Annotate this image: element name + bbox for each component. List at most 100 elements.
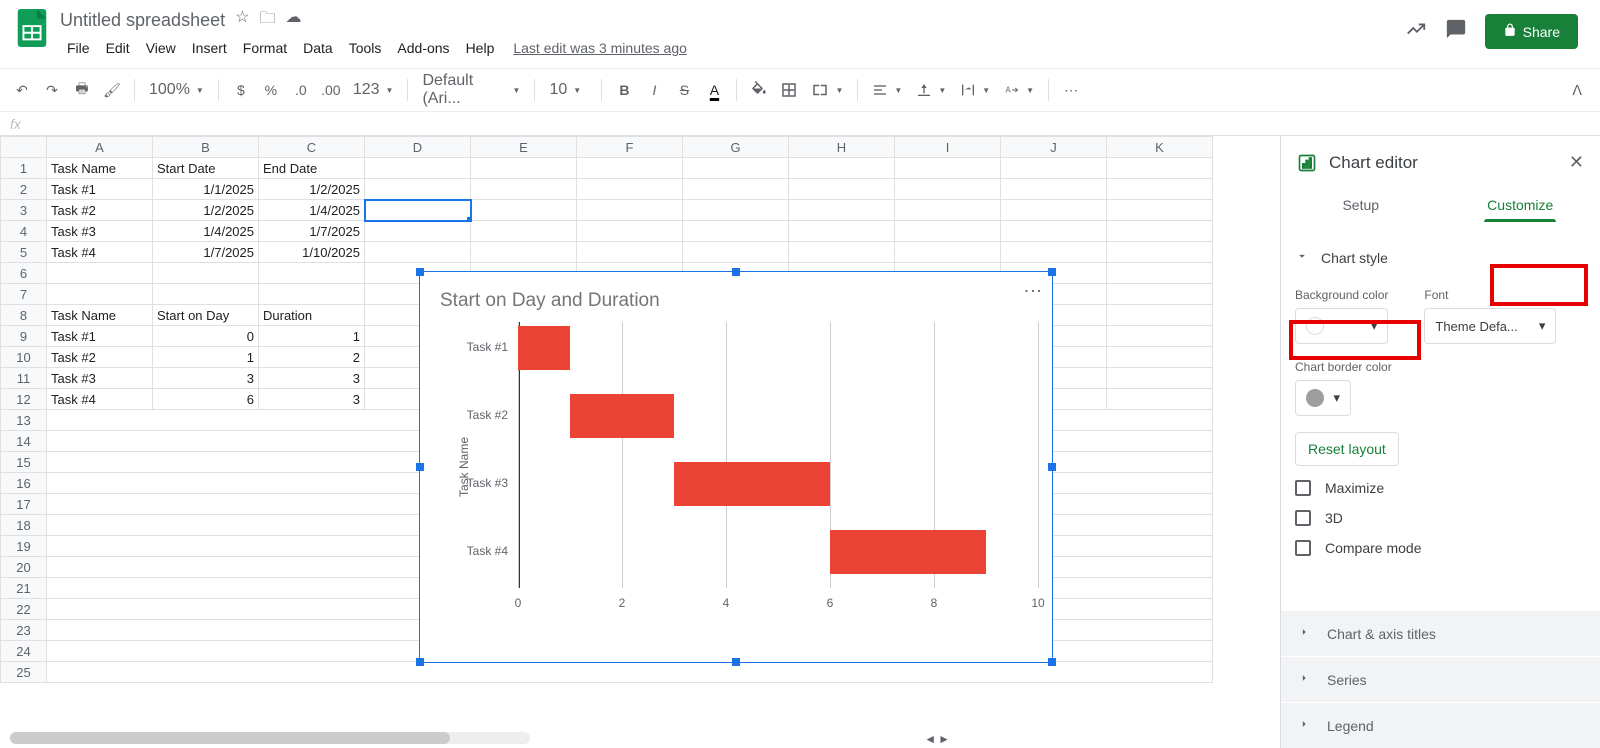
explore-icon[interactable] bbox=[1405, 18, 1427, 46]
row-header[interactable]: 23 bbox=[1, 620, 47, 641]
row-header[interactable]: 1 bbox=[1, 158, 47, 179]
cell[interactable]: 3 bbox=[259, 389, 365, 410]
decrease-decimal-button[interactable]: .0 bbox=[287, 76, 315, 104]
zoom-dropdown[interactable]: 100%▼ bbox=[143, 81, 210, 99]
menu-edit[interactable]: Edit bbox=[99, 36, 137, 60]
compare-mode-checkbox[interactable]: Compare mode bbox=[1295, 540, 1586, 556]
cell[interactable] bbox=[895, 242, 1001, 263]
selected-cell[interactable] bbox=[365, 200, 471, 221]
paint-format-button[interactable]: 🖌 bbox=[98, 76, 126, 104]
row-header[interactable]: 17 bbox=[1, 494, 47, 515]
cell[interactable]: Task #1 bbox=[47, 326, 153, 347]
close-panel-button[interactable]: ✕ bbox=[1569, 152, 1584, 173]
cell[interactable]: Duration bbox=[259, 305, 365, 326]
cell[interactable] bbox=[153, 263, 259, 284]
row-header[interactable]: 8 bbox=[1, 305, 47, 326]
undo-button[interactable]: ↶ bbox=[8, 76, 36, 104]
row-header[interactable]: 20 bbox=[1, 557, 47, 578]
cell[interactable]: Task #2 bbox=[47, 347, 153, 368]
increase-decimal-button[interactable]: .00 bbox=[317, 76, 345, 104]
chart-menu-icon[interactable]: ⋮ bbox=[1022, 282, 1044, 298]
cell[interactable] bbox=[471, 158, 577, 179]
cell[interactable] bbox=[1107, 200, 1213, 221]
menu-addons[interactable]: Add-ons bbox=[390, 36, 456, 60]
cell[interactable] bbox=[1001, 179, 1107, 200]
cell[interactable]: Task Name bbox=[47, 158, 153, 179]
cell[interactable]: 1/2/2025 bbox=[153, 200, 259, 221]
col-header[interactable]: F bbox=[577, 137, 683, 158]
cell[interactable] bbox=[895, 179, 1001, 200]
menu-format[interactable]: Format bbox=[236, 36, 294, 60]
col-header[interactable]: K bbox=[1107, 137, 1213, 158]
cell[interactable]: 3 bbox=[153, 368, 259, 389]
strikethrough-button[interactable]: S bbox=[670, 76, 698, 104]
cell[interactable]: Task #4 bbox=[47, 242, 153, 263]
formula-input[interactable] bbox=[21, 116, 1600, 131]
reset-layout-button[interactable]: Reset layout bbox=[1295, 432, 1399, 466]
cell[interactable]: Task #4 bbox=[47, 389, 153, 410]
merge-cells-dropdown[interactable]: ▼ bbox=[805, 81, 849, 99]
cell[interactable] bbox=[471, 179, 577, 200]
row-header[interactable]: 4 bbox=[1, 221, 47, 242]
cell[interactable] bbox=[683, 200, 789, 221]
cell[interactable] bbox=[1107, 263, 1213, 284]
menu-insert[interactable]: Insert bbox=[185, 36, 234, 60]
select-all-cell[interactable] bbox=[1, 137, 47, 158]
row-header[interactable]: 14 bbox=[1, 431, 47, 452]
cell[interactable] bbox=[259, 284, 365, 305]
cell[interactable] bbox=[789, 242, 895, 263]
col-header[interactable]: I bbox=[895, 137, 1001, 158]
cell[interactable] bbox=[1107, 158, 1213, 179]
3d-checkbox[interactable]: 3D bbox=[1295, 510, 1586, 526]
cell[interactable] bbox=[471, 242, 577, 263]
row-header[interactable]: 16 bbox=[1, 473, 47, 494]
cell[interactable] bbox=[1107, 326, 1213, 347]
cell[interactable] bbox=[577, 200, 683, 221]
cell[interactable]: 1 bbox=[259, 326, 365, 347]
cell[interactable] bbox=[683, 158, 789, 179]
more-formats-dropdown[interactable]: 123▼ bbox=[347, 81, 400, 99]
section-legend[interactable]: Legend bbox=[1281, 702, 1600, 748]
cell[interactable]: 1/7/2025 bbox=[153, 242, 259, 263]
sheets-logo[interactable] bbox=[12, 8, 52, 48]
move-icon[interactable]: 🗀 bbox=[259, 7, 275, 34]
cell[interactable]: 1 bbox=[153, 347, 259, 368]
cell[interactable] bbox=[895, 158, 1001, 179]
cell[interactable] bbox=[1107, 389, 1213, 410]
row-header[interactable]: 24 bbox=[1, 641, 47, 662]
cell[interactable] bbox=[789, 179, 895, 200]
tab-setup[interactable]: Setup bbox=[1281, 185, 1441, 225]
cell[interactable] bbox=[1107, 368, 1213, 389]
resize-handle[interactable] bbox=[1048, 658, 1056, 666]
row-header[interactable]: 2 bbox=[1, 179, 47, 200]
cell[interactable]: Task #2 bbox=[47, 200, 153, 221]
cell[interactable] bbox=[47, 263, 153, 284]
row-header[interactable]: 6 bbox=[1, 263, 47, 284]
cell[interactable] bbox=[47, 662, 1213, 683]
cell[interactable] bbox=[365, 158, 471, 179]
maximize-checkbox[interactable]: Maximize bbox=[1295, 480, 1586, 496]
cell[interactable] bbox=[789, 200, 895, 221]
horizontal-scrollbar[interactable] bbox=[10, 732, 530, 744]
cell[interactable] bbox=[1001, 242, 1107, 263]
cell[interactable]: Task #3 bbox=[47, 368, 153, 389]
cell[interactable] bbox=[1107, 221, 1213, 242]
cell[interactable]: 2 bbox=[259, 347, 365, 368]
cell[interactable] bbox=[471, 200, 577, 221]
cell[interactable] bbox=[683, 242, 789, 263]
bg-color-picker[interactable]: ▾ bbox=[1295, 308, 1388, 344]
cell[interactable] bbox=[365, 221, 471, 242]
cell[interactable]: 6 bbox=[153, 389, 259, 410]
menu-data[interactable]: Data bbox=[296, 36, 340, 60]
section-series[interactable]: Series bbox=[1281, 656, 1600, 702]
cell[interactable] bbox=[1001, 158, 1107, 179]
cell[interactable] bbox=[1107, 347, 1213, 368]
cell[interactable] bbox=[365, 179, 471, 200]
menu-help[interactable]: Help bbox=[459, 36, 502, 60]
cell[interactable] bbox=[1107, 242, 1213, 263]
text-wrap-dropdown[interactable]: ▼ bbox=[954, 82, 996, 98]
italic-button[interactable]: I bbox=[640, 76, 668, 104]
cell[interactable] bbox=[153, 284, 259, 305]
col-header[interactable]: H bbox=[789, 137, 895, 158]
row-header[interactable]: 22 bbox=[1, 599, 47, 620]
